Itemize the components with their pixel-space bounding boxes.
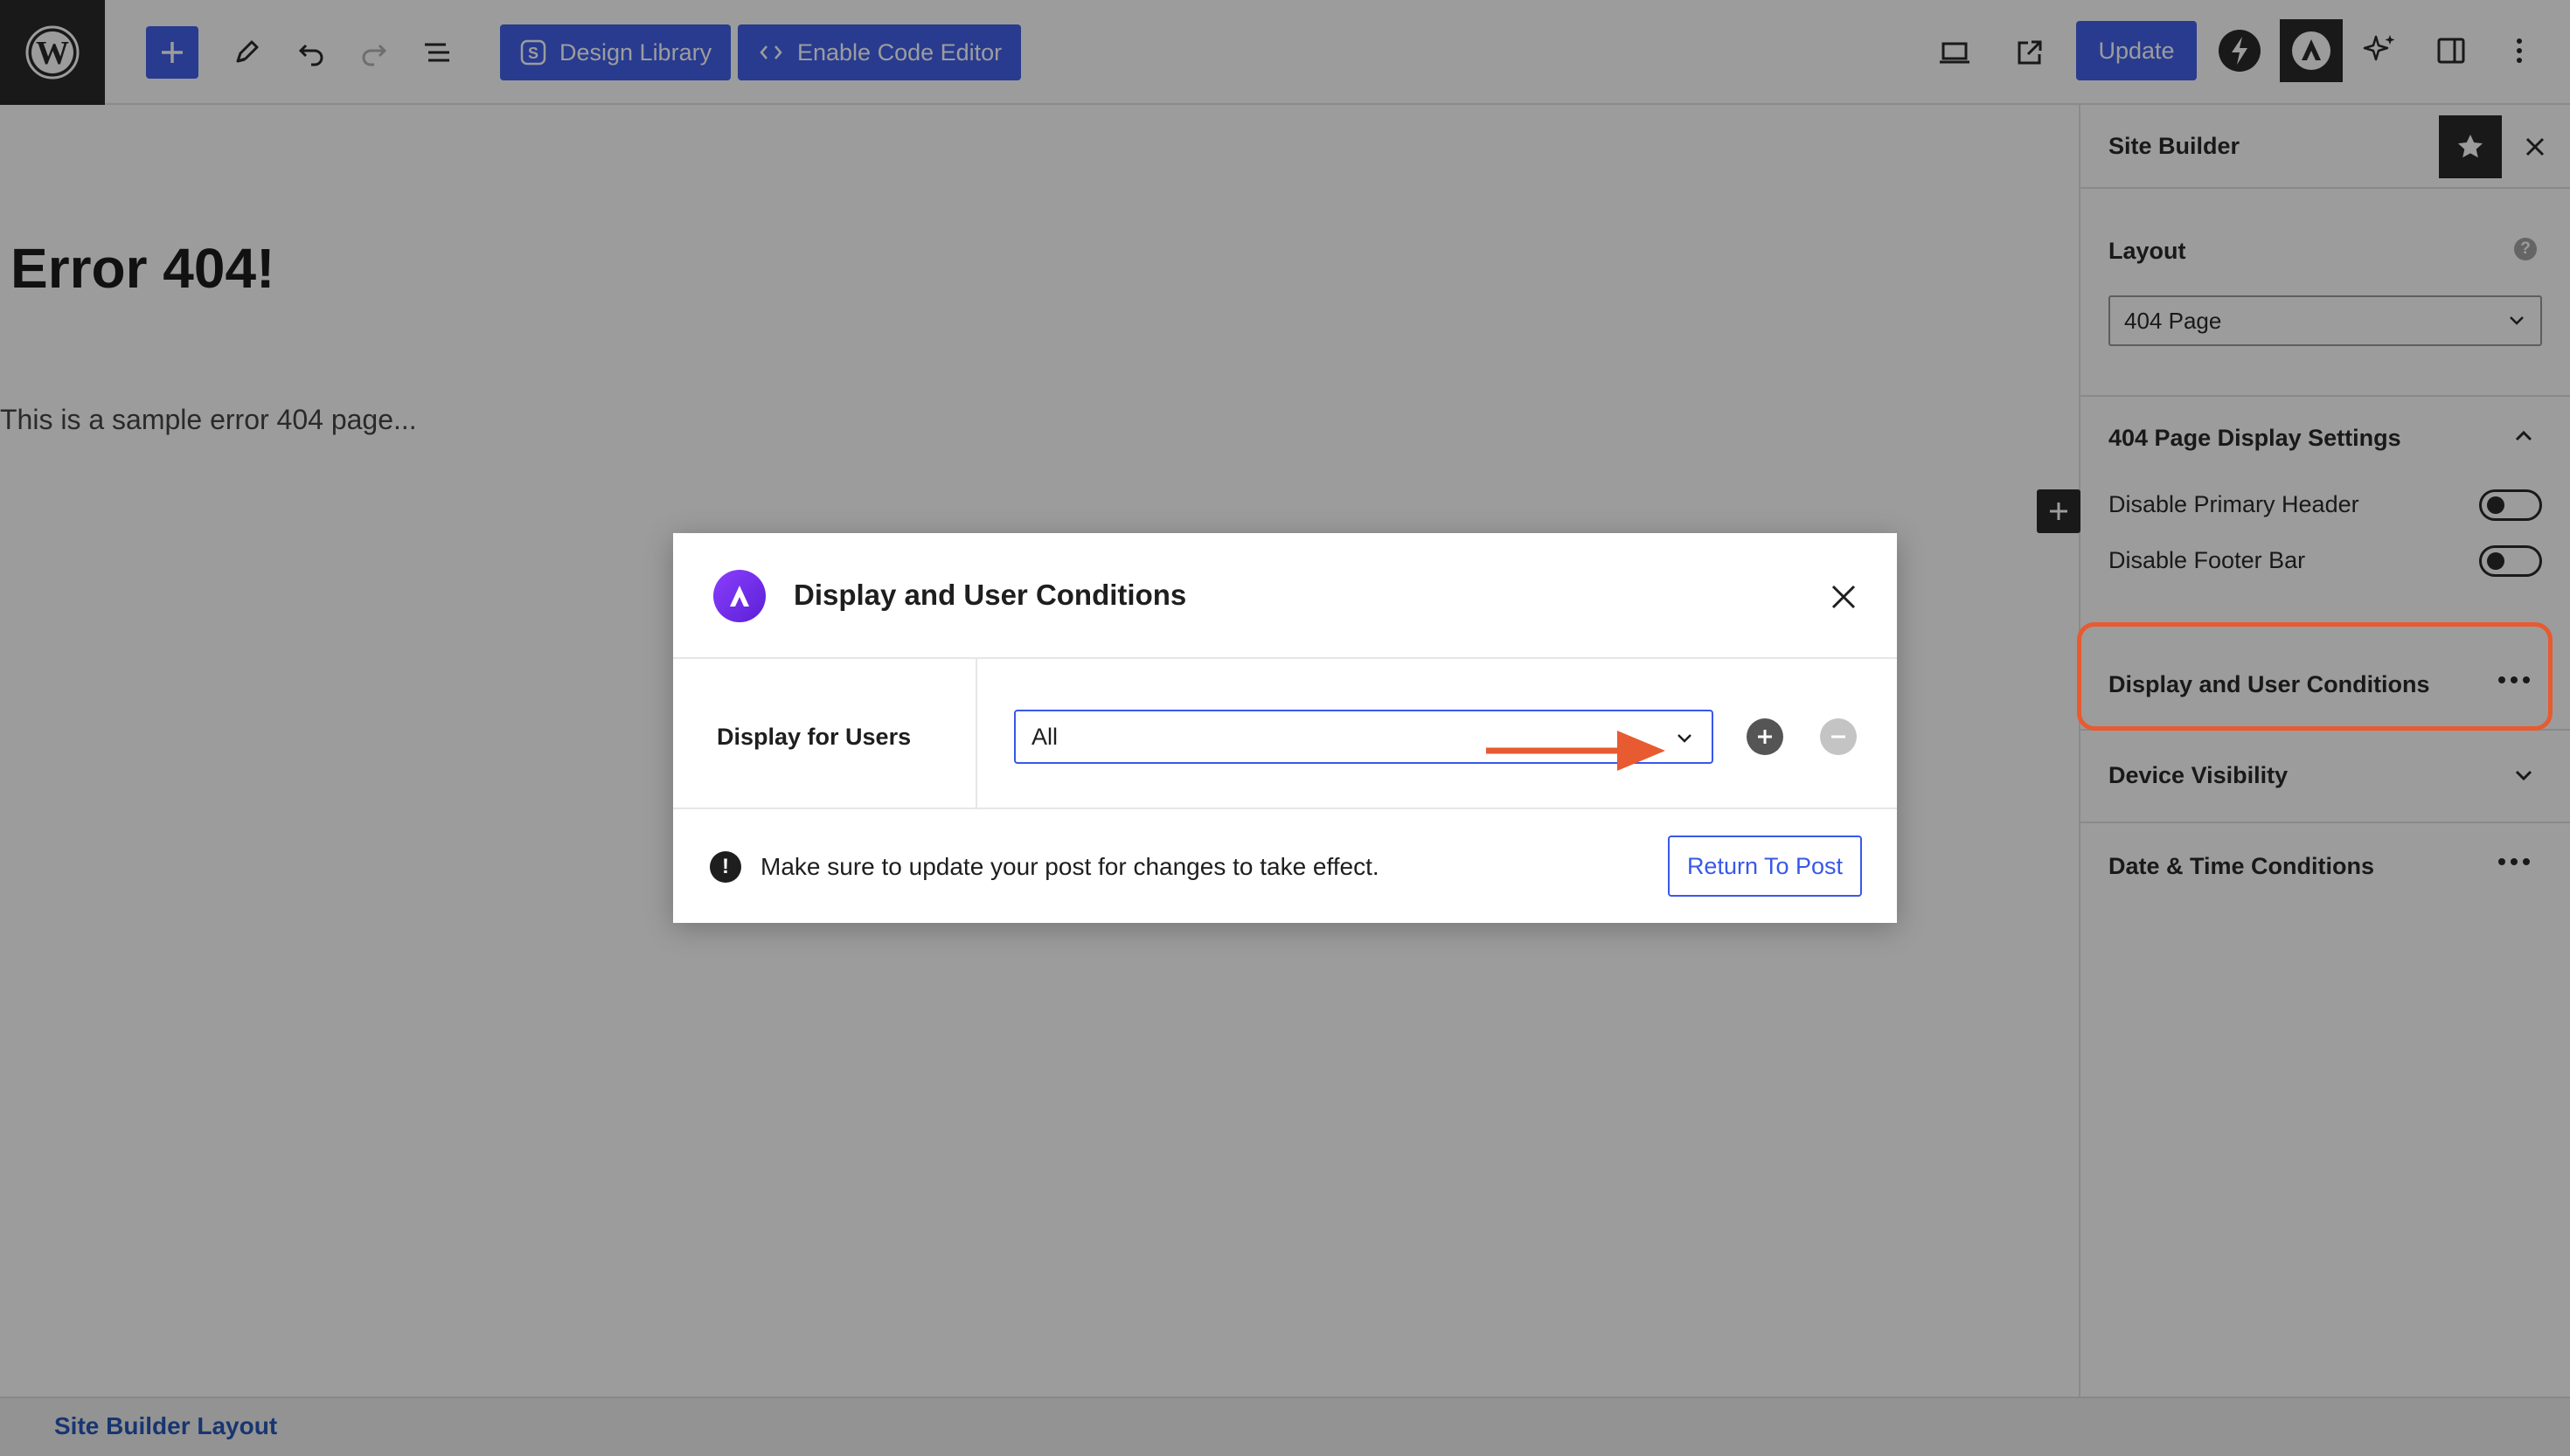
warning-icon: ! xyxy=(710,851,741,883)
row-label-cell: Display for Users xyxy=(673,659,977,808)
modal-title: Display and User Conditions xyxy=(794,579,1187,611)
display-for-users-row: Display for Users All xyxy=(673,659,1897,809)
minus-icon xyxy=(1831,735,1845,738)
annotation-arrow-icon xyxy=(1486,731,1665,771)
remove-condition-button[interactable] xyxy=(1820,718,1857,755)
modal-close-button[interactable] xyxy=(1823,577,1864,617)
add-condition-button[interactable] xyxy=(1747,718,1783,755)
display-user-conditions-modal: Display and User Conditions Display for … xyxy=(673,533,1897,923)
modal-header: Display and User Conditions xyxy=(673,533,1897,659)
plus-icon xyxy=(1758,730,1772,744)
return-to-post-button[interactable]: Return To Post xyxy=(1668,835,1862,897)
annotation-highlight-box xyxy=(2077,622,2553,731)
astra-logo-icon xyxy=(713,570,766,622)
update-notice-text: Make sure to update your post for change… xyxy=(761,853,1379,880)
modal-footer: ! Make sure to update your post for chan… xyxy=(673,809,1897,923)
user-select-value: All xyxy=(1031,724,1059,750)
chevron-down-icon xyxy=(1677,734,1691,743)
close-icon xyxy=(1831,585,1856,609)
display-for-users-label: Display for Users xyxy=(717,724,912,750)
